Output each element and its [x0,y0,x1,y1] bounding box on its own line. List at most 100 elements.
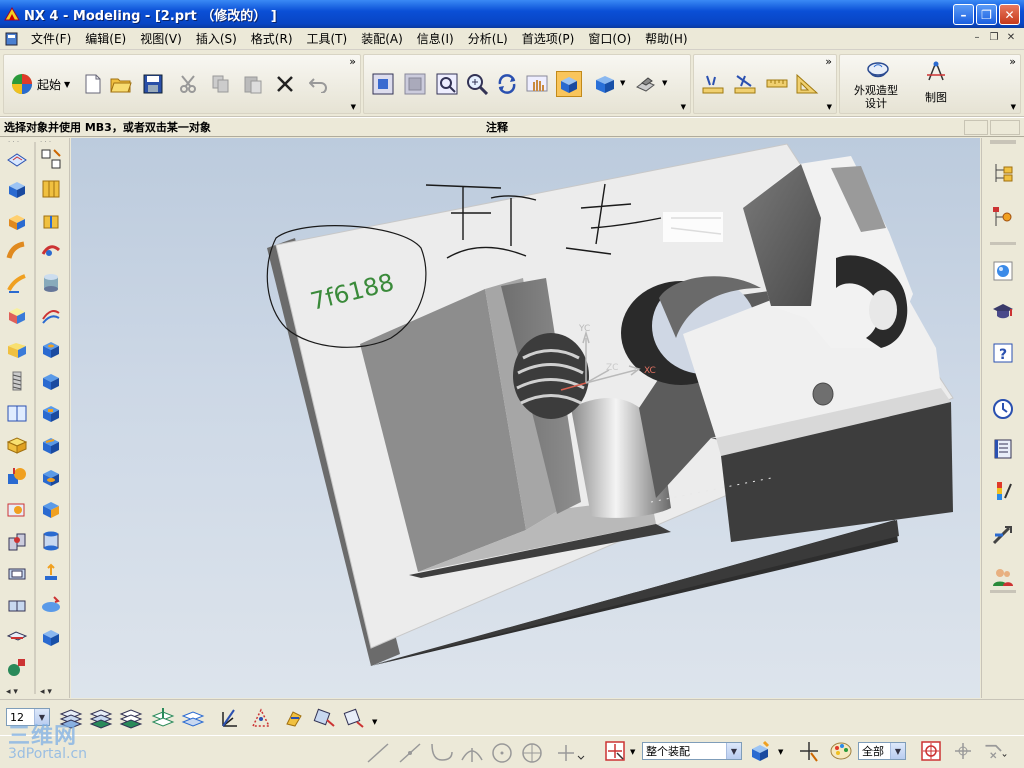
wcs-origin-button[interactable] [248,705,274,731]
help-tab[interactable]: ? [990,340,1016,366]
measure-distance-button[interactable] [700,71,726,97]
intersect-button[interactable] [4,528,30,554]
menu-view[interactable]: 视图(V) [133,30,189,47]
groove-button[interactable] [38,464,64,490]
mirror-body-button[interactable] [4,400,30,426]
zoom-button[interactable] [434,71,460,97]
doc-restore-button[interactable]: ❐ [987,32,1001,45]
minimize-button[interactable]: – [953,4,974,25]
cone-button[interactable] [4,336,30,362]
history-palette-tab[interactable] [990,396,1016,422]
zoom-window-button[interactable] [402,71,428,97]
application-dropdown-arrow[interactable]: ▼ [1011,103,1016,111]
wcs-more-dropdown[interactable]: ▼ [372,718,377,726]
wcs-orient-button[interactable] [312,705,338,731]
ruled-surface-button[interactable] [38,302,64,328]
offset-face-button[interactable] [38,560,64,586]
menu-analysis[interactable]: 分析(L) [461,30,515,47]
standard-more-button[interactable]: » [349,55,356,68]
trim-body-button[interactable] [38,592,64,618]
menu-window[interactable]: 窗口(O) [581,30,638,47]
wcs-dynamics-button[interactable] [216,705,242,731]
menu-assembly[interactable]: 装配(A) [354,30,410,47]
part-navigator-tab[interactable] [990,204,1016,230]
snap-midpoint-icon[interactable] [408,751,412,755]
open-button[interactable] [108,71,134,97]
select-component-dropdown[interactable]: ▼ [778,748,783,756]
layer-category-button[interactable] [118,705,144,731]
draft-button[interactable] [38,624,64,650]
snap-point-button[interactable] [918,738,944,764]
tube-button[interactable] [38,238,64,264]
roles-tab[interactable] [990,564,1016,590]
assembly-navigator-tab[interactable] [990,160,1016,186]
color-filter-button[interactable] [828,738,854,764]
process-studio-tab[interactable] [990,522,1016,548]
start-button[interactable]: 起始 ▼ [10,71,70,97]
pocket-button[interactable] [38,400,64,426]
menu-file[interactable]: 文件(F) [24,30,78,47]
measure-length-button[interactable] [764,71,790,97]
menu-insert[interactable]: 插入(S) [189,30,244,47]
rotate-button[interactable] [494,71,520,97]
hole-button[interactable] [38,336,64,362]
chamfer-button[interactable] [38,528,64,554]
measure-angle-button[interactable] [732,71,758,97]
snap-control-point-icon[interactable] [431,743,453,761]
delete-button[interactable] [272,71,298,97]
selection-filter-button[interactable] [602,738,628,764]
copy-to-layer-button[interactable] [180,705,206,731]
render-style-button[interactable] [592,71,618,97]
type-filter-dropdown-arrow[interactable]: ▼ [890,743,905,759]
visualization-tab[interactable] [990,478,1016,504]
close-button[interactable]: ✕ [999,4,1020,25]
sweep-button[interactable] [4,238,30,264]
new-button[interactable] [80,71,106,97]
sketch-button[interactable] [4,146,30,172]
select-feature-button[interactable] [796,738,822,764]
move-to-layer-button[interactable] [150,705,176,731]
doc-minimize-button[interactable]: – [970,32,984,45]
copy-button[interactable] [208,71,234,97]
orient-view-dropdown[interactable]: ▼ [662,79,667,87]
appearance-design-button[interactable]: 外观造型 设计 [846,58,906,114]
sew-button[interactable] [4,654,30,680]
assembly-filter-combo[interactable]: 整个装配 ▼ [642,742,742,760]
render-style-dropdown[interactable]: ▼ [620,79,625,87]
snap-endpoint-icon[interactable] [367,743,389,763]
variational-sweep-button[interactable] [4,270,30,296]
fit-view-button[interactable] [370,71,396,97]
layer-settings-button[interactable] [38,146,64,172]
split-body-button[interactable] [4,624,30,650]
doc-close-button[interactable]: ✕ [1004,32,1018,45]
window-titlebar[interactable]: NX 4 - Modeling - [2.prt （修改的） ] – ❐ ✕ [0,0,1024,28]
unite-button[interactable] [4,464,30,490]
menu-preferences[interactable]: 首选项(P) [515,30,582,47]
orient-view-button[interactable] [632,71,658,97]
analysis-dropdown-arrow[interactable]: ▼ [827,103,832,111]
wcs-save-button[interactable] [342,705,368,731]
graphics-window[interactable]: YC ZC XC 7f6188 [71,138,980,698]
measure-area-button[interactable] [794,71,820,97]
maximize-button[interactable]: ❐ [976,4,997,25]
boss-button[interactable] [38,368,64,394]
type-filter-combo[interactable]: 全部 ▼ [858,742,906,760]
quick-pick-button[interactable] [950,738,976,764]
menu-format[interactable]: 格式(R) [244,30,300,47]
pan-button[interactable] [524,71,550,97]
slot-button[interactable] [38,432,64,458]
snap-intersection-icon[interactable] [461,748,483,762]
select-component-button[interactable] [748,738,774,764]
cut-button[interactable] [176,71,202,97]
wcs-rotate-button[interactable] [282,705,308,731]
menu-help[interactable]: 帮助(H) [638,30,694,47]
menu-tools[interactable]: 工具(T) [300,30,355,47]
part-model[interactable]: YC ZC XC 7f6188 [71,138,980,698]
drafting-button[interactable]: 制图 [914,58,958,114]
revolve-button[interactable] [38,208,64,234]
training-tab[interactable] [990,298,1016,324]
system-materials-tab[interactable] [990,436,1016,462]
document-icon[interactable] [4,31,20,47]
scale-body-button[interactable] [4,592,30,618]
extract-button[interactable] [38,176,64,202]
